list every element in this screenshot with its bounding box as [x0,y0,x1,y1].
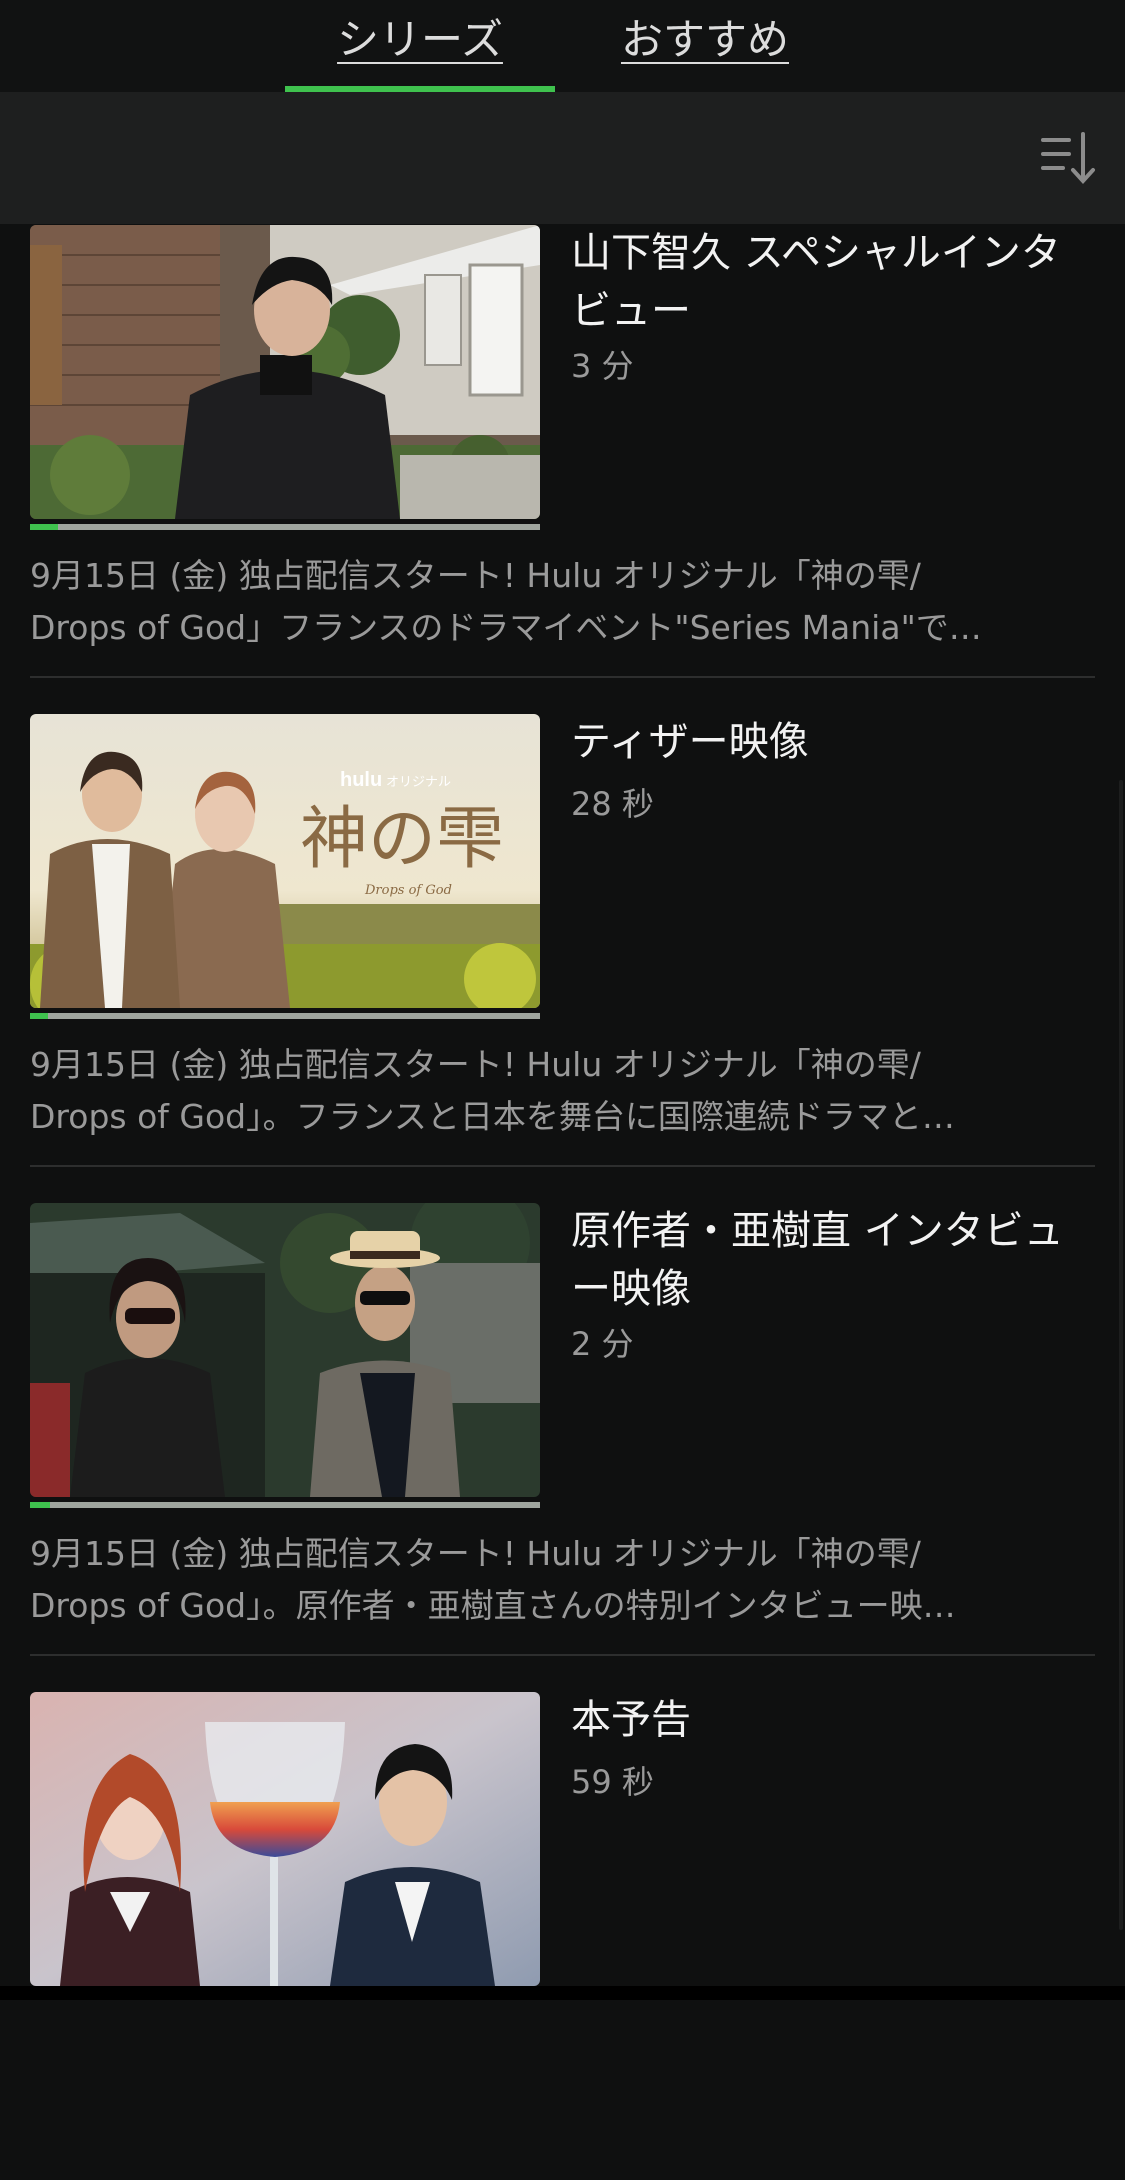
episode-item[interactable]: 山下智久 スペシャルインタビュー 3 分 9月15日 (金) 独占配信スタート!… [0,224,1125,713]
thumb-brand-text: hulu [340,769,382,791]
sort-button[interactable] [1039,130,1099,186]
episode-duration: 28 秒 [571,785,654,823]
episode-title: 本予告 [571,1697,691,1743]
sort-descending-icon [1041,132,1095,184]
tab-series-label: シリーズ [337,15,503,64]
bottom-edge [0,1986,1125,2000]
watch-progress-bar [30,1502,540,1508]
episode-item[interactable]: hulu オリジナル 神の雫 Drops of God ティザー映像 28 秒 … [0,713,1125,1202]
watch-progress-bar [30,524,540,530]
episode-description: 9月15日 (金) 独占配信スタート! Hulu オリジナル「神の雫/ Drop… [30,550,1090,654]
tab-recommended[interactable]: おすすめ [580,0,830,92]
divider [30,676,1095,678]
episode-description: 9月15日 (金) 独占配信スタート! Hulu オリジナル「神の雫/ Drop… [30,1528,1090,1632]
episode-description: 9月15日 (金) 独占配信スタート! Hulu オリジナル「神の雫/ Drop… [30,1039,1090,1143]
episode-title: ティザー映像 [571,719,809,765]
tab-series[interactable]: シリーズ [285,0,555,92]
episode-title: 原作者・亜樹直 インタビュー映像 [571,1208,1064,1312]
thumb-logo-sub-text: Drops of God [364,883,452,898]
episode-description-line: Drops of God」。原作者・亜樹直さんの特別インタビュー映… [30,1586,956,1625]
divider [30,1654,1095,1656]
thumb-brand-suffix-text: オリジナル [386,775,451,790]
episode-description-line: 9月15日 (金) 独占配信スタート! Hulu オリジナル「神の雫/ [30,556,921,595]
tab-recommended-label: おすすめ [620,15,789,64]
episode-duration: 59 秒 [571,1763,654,1801]
episode-thumbnail[interactable] [30,1203,540,1497]
watch-progress-bar [30,1013,540,1019]
episode-thumbnail[interactable]: hulu オリジナル 神の雫 Drops of God [30,714,540,1008]
episode-description-line: Drops of God」。フランスと日本を舞台に国際連続ドラマと… [30,1097,955,1136]
episode-description-line: 9月15日 (金) 独占配信スタート! Hulu オリジナル「神の雫/ [30,1534,921,1573]
episode-description-line: 9月15日 (金) 独占配信スタート! Hulu オリジナル「神の雫/ [30,1045,921,1084]
episode-duration: 2 分 [571,1325,634,1363]
episode-title: 山下智久 スペシャルインタビュー [571,230,1061,334]
sort-bar [0,92,1125,224]
episode-duration: 3 分 [571,347,634,385]
episode-thumbnail[interactable] [30,225,540,519]
episode-item[interactable]: 本予告 59 秒 [0,1691,1125,2180]
scrollbar[interactable] [1119,780,1123,1930]
episode-list: 山下智久 スペシャルインタビュー 3 分 9月15日 (金) 独占配信スタート!… [0,224,1125,2180]
thumb-logo-text: 神の雫 [300,800,504,879]
divider [30,1165,1095,1167]
watch-progress-fill [30,524,59,530]
watch-progress-fill [30,1013,48,1019]
episode-description-line: Drops of God」フランスのドラマイベント"Series Mania"で… [30,608,982,647]
tab-bar: シリーズ おすすめ [0,0,1125,92]
episode-thumbnail[interactable] [30,1692,540,1986]
watch-progress-fill [30,1502,51,1508]
episode-item[interactable]: 原作者・亜樹直 インタビュー映像 2 分 9月15日 (金) 独占配信スタート!… [0,1202,1125,1691]
